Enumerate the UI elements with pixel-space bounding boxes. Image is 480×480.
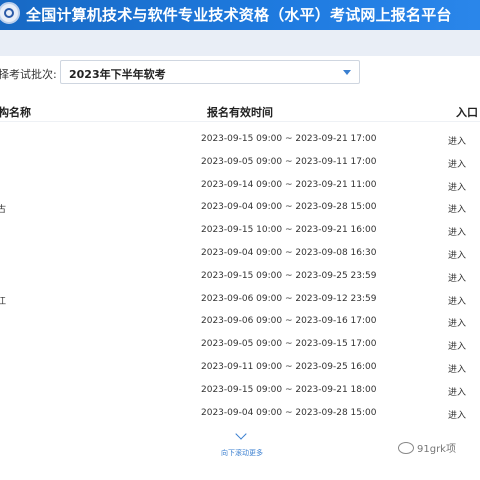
row-name: 古: [0, 205, 7, 216]
enter-link[interactable]: 进入: [448, 339, 466, 352]
watermark-text: 91grk项: [417, 444, 456, 455]
table-row: 2023-09-05 09:00 ~ 2023-09-11 17:00 进入: [0, 157, 480, 179]
enter-link[interactable]: 进入: [448, 362, 466, 375]
column-header-time: 报名有效时间: [207, 106, 273, 119]
enter-link[interactable]: 进入: [448, 316, 466, 329]
row-time: 2023-09-15 09:00 ~ 2023-09-21 17:00: [201, 134, 377, 144]
row-time: 2023-09-15 09:00 ~ 2023-09-25 23:59: [201, 270, 377, 281]
row-time: 2023-09-06 09:00 ~ 2023-09-12 23:59: [201, 293, 377, 304]
row-time: 2023-09-05 09:00 ~ 2023-09-11 17:00: [201, 156, 377, 167]
watermark: 91grk项: [398, 440, 456, 455]
table-row: 2023-09-11 09:00 ~ 2023-09-25 16:00 进入: [0, 362, 480, 384]
enter-link[interactable]: 进入: [448, 385, 466, 398]
row-time: 2023-09-04 09:00 ~ 2023-09-28 15:00: [201, 407, 377, 418]
wechat-icon: [398, 441, 414, 454]
logo-icon: [0, 2, 20, 24]
enter-link[interactable]: 进入: [448, 408, 466, 421]
chevron-down-icon[interactable]: [343, 70, 351, 75]
row-time: 2023-09-11 09:00 ~ 2023-09-25 16:00: [201, 362, 377, 372]
enter-link[interactable]: 进入: [448, 271, 466, 284]
table-row: 2023-09-15 09:00 ~ 2023-09-21 18:00 进入: [0, 385, 480, 407]
batch-selected-value: 2023年下半年软考: [69, 68, 166, 81]
column-header-name: 构名称: [0, 106, 31, 119]
enter-link[interactable]: 进入: [448, 134, 466, 147]
enter-link[interactable]: 进入: [448, 294, 466, 307]
table-row: 2023-09-15 09:00 ~ 2023-09-25 23:59 进入: [0, 271, 480, 293]
row-time: 2023-09-15 10:00 ~ 2023-09-21 16:00: [201, 225, 377, 236]
table-row: 2023-09-15 10:00 ~ 2023-09-21 16:00 进入: [0, 225, 480, 247]
row-time: 2023-09-14 09:00 ~ 2023-09-21 11:00: [201, 179, 377, 190]
page-title: 全国计算机技术与软件专业技术资格（水平）考试网上报名平台: [26, 6, 452, 24]
table-row: 2023-09-06 09:00 ~ 2023-09-16 17:00 进入: [0, 316, 480, 338]
header-divider: [0, 121, 480, 122]
app-header: 全国计算机技术与软件专业技术资格（水平）考试网上报名平台: [0, 0, 480, 30]
scroll-more-link[interactable]: 向下滚动更多: [221, 448, 263, 458]
enter-link[interactable]: 进入: [448, 157, 466, 170]
table-row: 2023-09-14 09:00 ~ 2023-09-21 11:00 进入: [0, 180, 480, 202]
batch-label: 择考试批次:: [0, 68, 57, 81]
row-time: 2023-09-06 09:00 ~ 2023-09-16 17:00: [201, 316, 377, 327]
enter-link[interactable]: 进入: [448, 248, 466, 261]
table-row: 2023-09-04 09:00 ~ 2023-09-08 16:30 进入: [0, 248, 480, 270]
table-row: 2023-09-05 09:00 ~ 2023-09-15 17:00 进入: [0, 339, 480, 361]
enter-link[interactable]: 进入: [448, 225, 466, 238]
batch-selector: 择考试批次: 2023年下半年软考: [0, 60, 480, 86]
enter-link[interactable]: 进入: [448, 180, 466, 193]
row-name: 江: [0, 296, 7, 307]
table-row: 江 2023-09-06 09:00 ~ 2023-09-12 23:59 进入: [0, 294, 480, 316]
batch-dropdown[interactable]: 2023年下半年软考: [60, 60, 360, 84]
column-header-entry: 入口: [456, 106, 478, 119]
row-time: 2023-09-05 09:00 ~ 2023-09-15 17:00: [201, 339, 377, 350]
enter-link[interactable]: 进入: [448, 202, 466, 215]
table-row: 2023-09-04 09:00 ~ 2023-09-28 15:00 进入: [0, 408, 480, 430]
row-time: 2023-09-04 09:00 ~ 2023-09-28 15:00: [201, 202, 377, 213]
table-row: 2023-09-15 09:00 ~ 2023-09-21 17:00 进入: [0, 134, 480, 156]
row-time: 2023-09-04 09:00 ~ 2023-09-08 16:30: [201, 248, 377, 258]
table-row: 古 2023-09-04 09:00 ~ 2023-09-28 15:00 进入: [0, 202, 480, 224]
row-time: 2023-09-15 09:00 ~ 2023-09-21 18:00: [201, 384, 377, 395]
